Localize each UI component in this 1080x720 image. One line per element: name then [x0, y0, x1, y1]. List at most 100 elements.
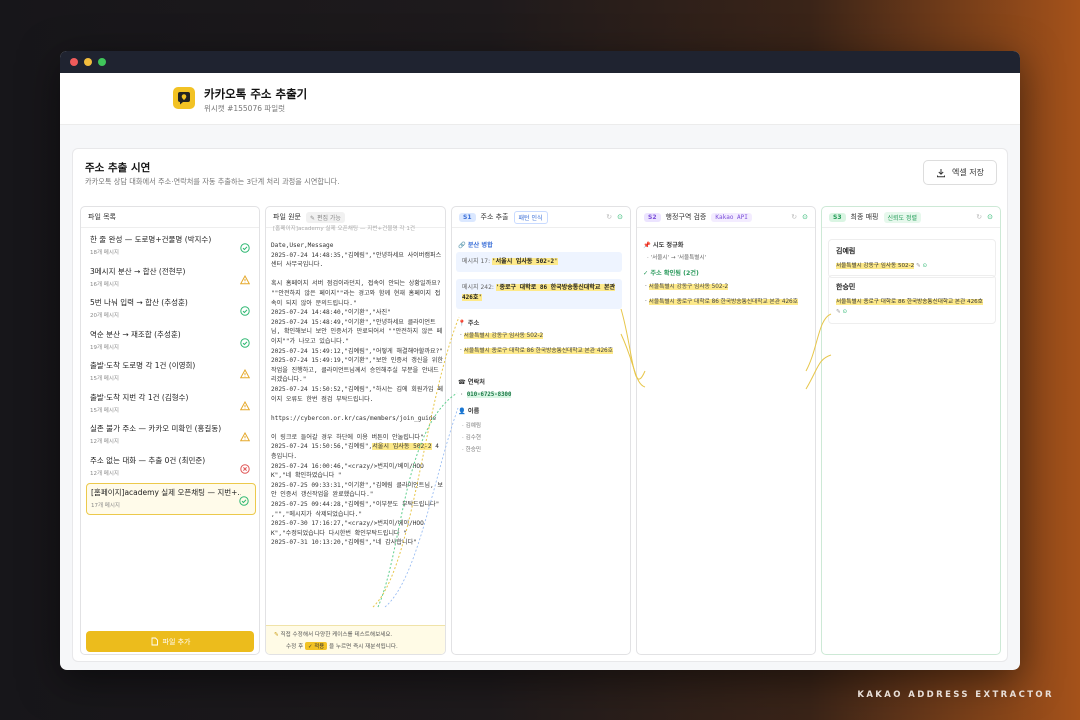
- file-add-icon: [151, 637, 158, 646]
- s1-addr2-text: 서울특별시 종로구 대학로 86 한국방송통신대학교 본관 426호: [463, 348, 613, 354]
- check-circle-icon: [240, 301, 250, 316]
- warning-icon: [239, 427, 251, 442]
- check-circle-icon: ⊙: [987, 213, 993, 221]
- file-message-count: 17개 메시지: [91, 503, 120, 509]
- file-list-item[interactable]: 출발·도착 지번 각 1건 (김형수) 15개 메시지: [86, 389, 256, 415]
- s3-tag: S3: [829, 212, 846, 222]
- file-list-item[interactable]: 3메시지 분산 → 합산 (전현무) 16개 메시지: [86, 263, 256, 289]
- s1-msg1-text: '서울시 임사동 502-2': [492, 258, 558, 265]
- s3-person1-addr: 서울특별시 강동구 임사동 502-2 ✎ ⊙: [836, 261, 988, 271]
- s1-tag: S1: [459, 212, 476, 222]
- tip-line2b: 을 누르면 즉시 재분석됩니다.: [328, 644, 398, 650]
- s2-addr2: · 서울특별시 종로구 대학로 86 한국방송통신대학교 본관 426호: [645, 299, 798, 305]
- s1-merge-title-text: 분산 병합: [467, 242, 493, 249]
- s1-addr-title: 📍 주소: [458, 318, 479, 327]
- s2-norm-title: 📌 시도 정규화: [643, 240, 684, 249]
- file-list-item[interactable]: 5번 나눠 입력 → 합산 (추성훈) 20개 메시지: [86, 294, 256, 320]
- s1-name2: · 김수현: [462, 435, 482, 441]
- file-message-count: 15개 메시지: [90, 407, 119, 414]
- file-list-item[interactable]: 실존 불가 주소 — 카카오 미확인 (홍길동) 12개 메시지: [86, 420, 256, 446]
- person-icon: 👤: [458, 408, 466, 415]
- apply-chip-label: 적용: [314, 644, 325, 650]
- s2-addr2-text: 서울특별시 종로구 대학로 86 한국방송통신대학교 본관 426호: [648, 299, 798, 305]
- file-message-count: 19개 메시지: [90, 344, 119, 351]
- s2-confirmed-title: ✓ 주소 확인됨 (2건): [643, 270, 699, 277]
- file-list-panel: 파일 목록 한 줄 완성 — 도로명+건물명 (박지수) 18개 메시지 3메시지 …: [80, 206, 260, 655]
- s1-name1-text: 김예림: [465, 423, 482, 429]
- close-window-button[interactable]: [70, 58, 78, 66]
- s1-title: 주소 추출: [480, 213, 509, 221]
- raw-text-after: 4층입니다. 2025-07-24 16:00:46,"<crazy/>번지이/…: [271, 443, 443, 547]
- file-list-item[interactable]: 출발·도착 도로명 각 1건 (이영희) 15개 메시지: [86, 357, 256, 383]
- s2-badge: Kakao API: [711, 212, 752, 222]
- raw-filename: [홈페이지]academy 실제 오픈채팅 — 지번+건물명 각 1건: [273, 226, 416, 232]
- add-file-button[interactable]: 파일 추가: [86, 631, 254, 652]
- raw-text-before: Date,User,Message 2025-07-24 14:48:35,"김…: [271, 242, 443, 451]
- raw-text-editor[interactable]: Date,User,Message 2025-07-24 14:48:35,"김…: [271, 241, 443, 548]
- warning-icon: [239, 396, 251, 410]
- maximize-window-button[interactable]: [98, 58, 106, 66]
- s3-person1-addr-text: 서울특별시 강동구 임사동 502-2: [836, 263, 915, 269]
- s1-name-title-text: 이름: [467, 408, 480, 415]
- add-file-label: 파일 추가: [162, 637, 191, 646]
- check-circle-icon: ⊙: [802, 213, 808, 221]
- pin-icon: 📌: [643, 242, 651, 249]
- s1-name-title: 👤 이름: [458, 406, 479, 415]
- s3-person2-addr: 서울특별시 종로구 대학로 86 한국방송통신대학교 본관 426호 ✎ ⊙: [836, 297, 988, 317]
- refresh-icon[interactable]: ↻: [976, 213, 982, 221]
- s3-title: 최종 매핑: [850, 213, 879, 221]
- s2-norm-rule-text: '서울시' → '서울특별시': [650, 255, 707, 261]
- file-name: 실존 불가 주소 — 카카오 미확인 (홍길동): [90, 424, 222, 433]
- s1-msg1-box: 메시지 17: '서울시 임사동 502-2': [456, 252, 622, 272]
- s1-name2-text: 김수현: [465, 435, 482, 441]
- file-list-item[interactable]: 한 줄 완성 — 도로명+건물명 (박지수) 18개 메시지: [86, 231, 256, 257]
- s3-person2-addr-text: 서울특별시 종로구 대학로 86 한국방송통신대학교 본관 426호: [836, 299, 983, 305]
- file-message-count: 15개 메시지: [90, 376, 119, 382]
- check-circle-icon: [240, 238, 250, 253]
- raw-text-title: 파일 원문: [273, 213, 301, 221]
- excel-save-button[interactable]: 엑셀 저장: [923, 160, 997, 185]
- s1-contact-title-text: 연락처: [467, 379, 485, 386]
- s2-norm-rule: · '서울시' → '서울특별시': [647, 255, 707, 261]
- footer-brand: KAKAO ADDRESS EXTRACTOR: [857, 690, 1054, 700]
- minimize-window-button[interactable]: [84, 58, 92, 66]
- s1-msg1-prefix: 메시지 17:: [462, 258, 491, 265]
- window-titlebar: [60, 51, 1020, 73]
- file-list-item[interactable]: 주소 없는 대화 — 추출 0건 (최민준) 12개 메시지: [86, 452, 256, 478]
- file-name: 한 줄 완성 — 도로명+건물명 (박지수): [90, 235, 212, 244]
- edit-icon[interactable]: ✎: [836, 309, 841, 315]
- file-list-item[interactable]: [홈페이지]academy 실제 오픈채팅 — 지번+… 17개 메시지: [86, 483, 256, 515]
- file-name: 출발·도착 도로명 각 1건 (이영희): [90, 361, 196, 370]
- file-name: 주소 없는 대화 — 추출 0건 (최민준): [90, 455, 206, 465]
- apply-chip[interactable]: ✓ 적용: [305, 642, 328, 650]
- s3-badge: 신뢰도 정렬: [883, 211, 922, 223]
- edit-tip: ✎ 직접 수정해서 다양한 케이스를 테스트해보세요. 수정 후 ✓ 적용 을 …: [266, 625, 445, 654]
- phone-icon: ☎: [458, 379, 466, 386]
- s2-addr1-text: 서울특별시 강동구 임사동 502-2: [648, 284, 729, 290]
- refresh-icon[interactable]: ↻: [791, 213, 797, 221]
- s2-addr1: · 서울특별시 강동구 임사동 502-2: [645, 284, 729, 290]
- s3-person2-name: 한승민: [836, 283, 856, 291]
- app-subtitle: 위시캣 #155076 파일럿: [204, 104, 286, 113]
- s1-addr1-text: 서울특별시 강동구 임사동 502-2: [463, 333, 544, 339]
- file-list-item[interactable]: 역순 분산 → 재조합 (추성훈) 19개 메시지: [86, 326, 256, 352]
- pencil-icon: ✎: [274, 632, 279, 638]
- demo-card: 주소 추출 시연 카카오톡 상담 대화에서 주소·연락처를 자동 추출하는 3단…: [72, 148, 1008, 662]
- check-circle-icon: ⊙: [842, 309, 848, 315]
- file-list-header: 파일 목록: [81, 207, 259, 228]
- pin-icon: 📍: [458, 320, 466, 327]
- s2-header: S2 행정구역 검증 Kakao API ↻ ⊙: [637, 207, 815, 228]
- s3-panel: S3 최종 매핑 신뢰도 정렬 ↻ ⊙ 김예림 서울특별시 강동구 임사동 50…: [821, 206, 1001, 655]
- refresh-icon[interactable]: ↻: [606, 213, 612, 221]
- file-name: 3메시지 분산 → 합산 (전현무): [90, 266, 186, 276]
- app-header: 카카오톡 주소 추출기 위시캣 #155076 파일럿: [60, 73, 1020, 125]
- edit-icon[interactable]: ✎: [916, 263, 921, 269]
- s1-addr-title-text: 주소: [467, 320, 480, 327]
- download-icon: [937, 168, 945, 177]
- s3-header: S3 최종 매핑 신뢰도 정렬 ↻ ⊙: [822, 207, 1000, 228]
- s2-norm-title-text: 시도 정규화: [652, 242, 684, 249]
- s1-phone: · 010-6725-8300: [460, 392, 512, 398]
- s1-name1: · 김예림: [462, 423, 482, 429]
- map-pin-icon: [173, 87, 195, 109]
- s1-merge-title: 🔗 분산 병합: [458, 242, 493, 249]
